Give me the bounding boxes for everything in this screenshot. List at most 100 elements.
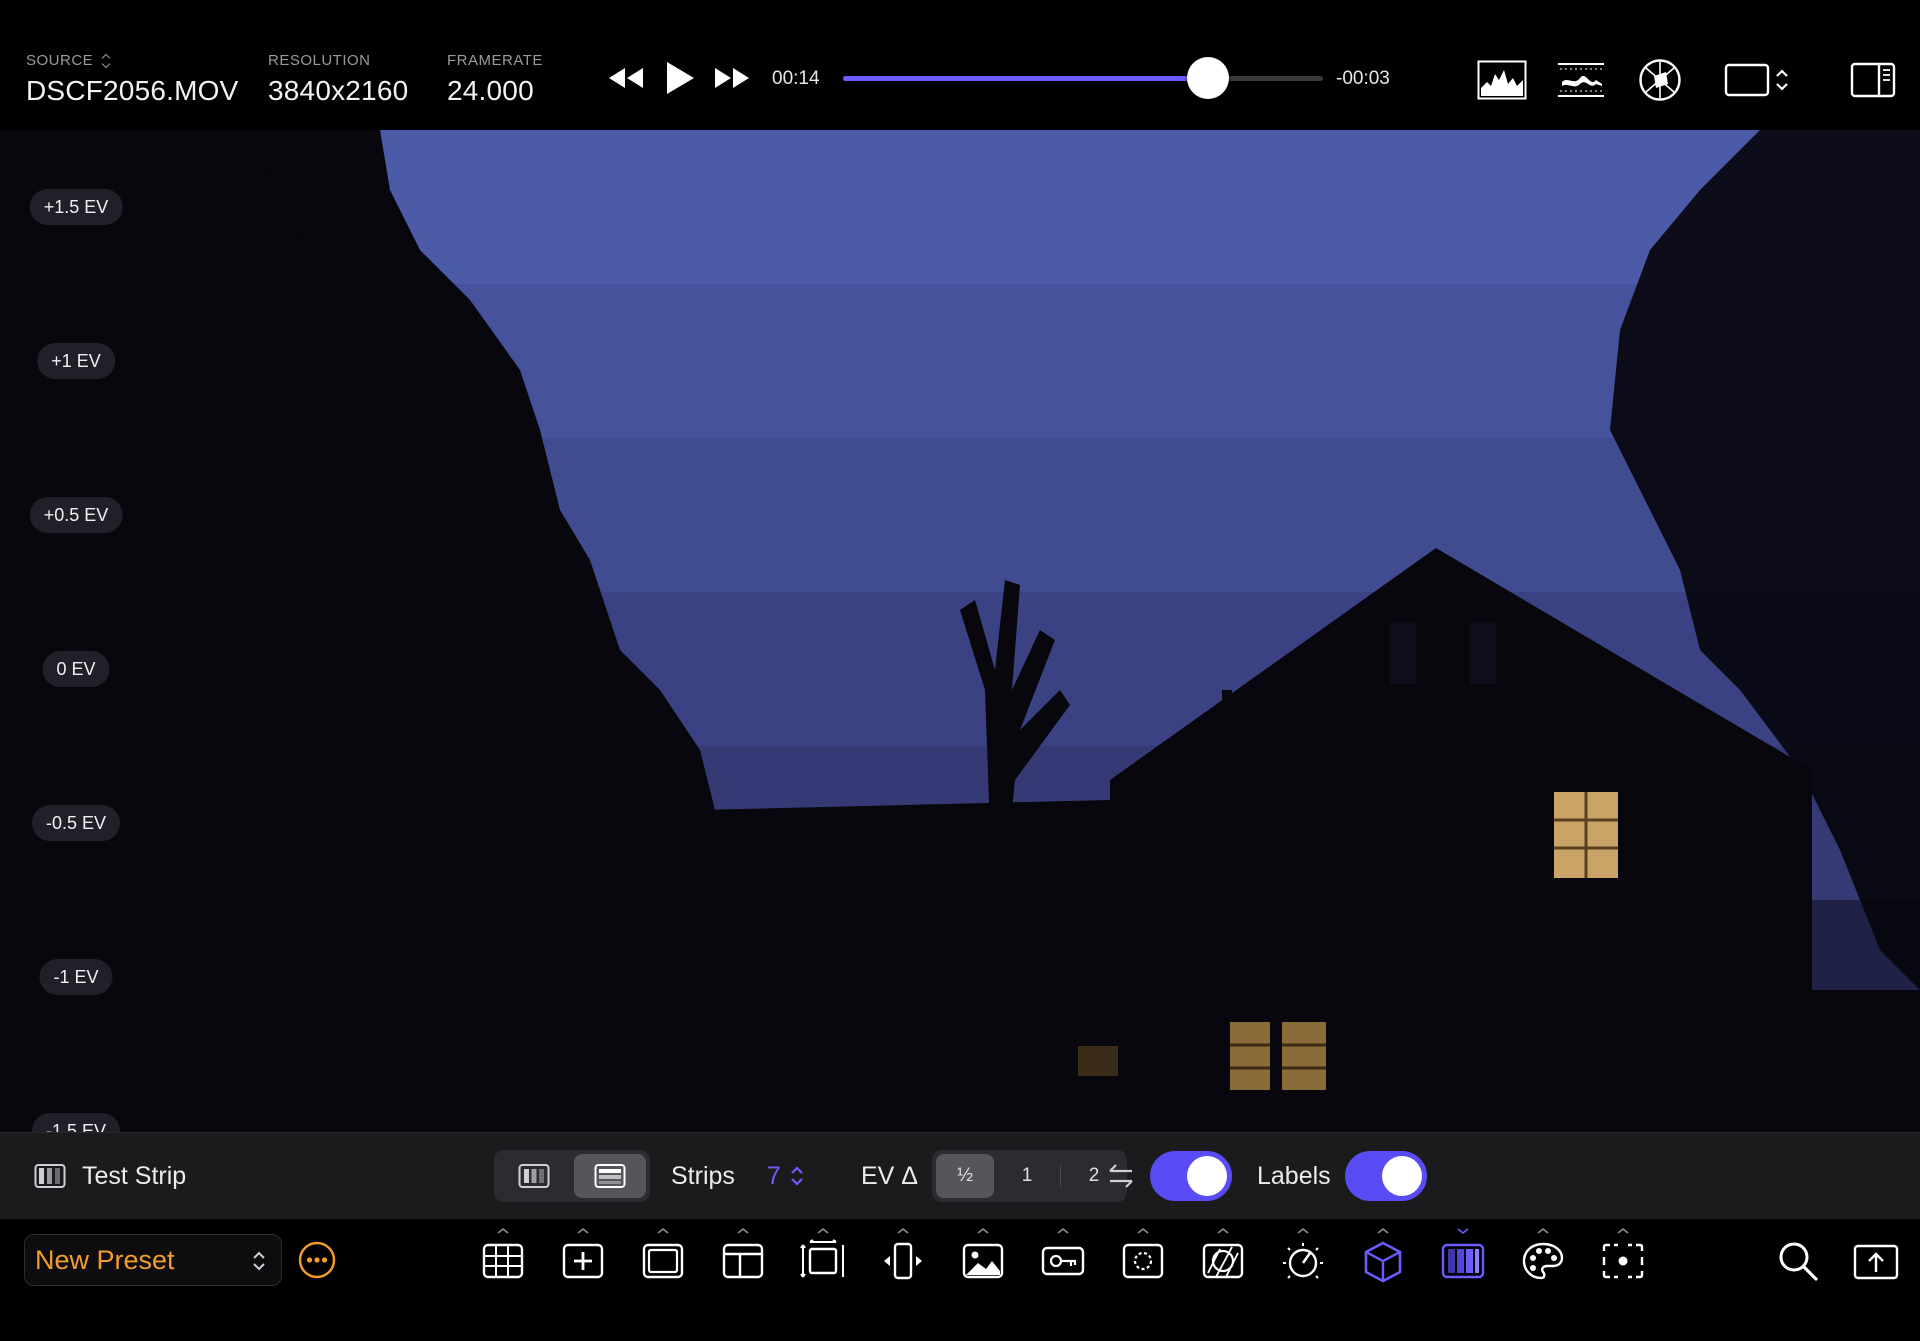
sidebar-toggle-button[interactable]	[1848, 56, 1898, 104]
tool-caret-icon	[1377, 1227, 1389, 1234]
frame-icon	[642, 1243, 684, 1279]
exposure-dial-icon	[1283, 1243, 1323, 1279]
aspect-ratio-selector[interactable]	[1724, 56, 1794, 104]
ev-label: +1.5 EV	[29, 189, 123, 225]
grid-icon	[482, 1243, 524, 1279]
split-tool[interactable]	[875, 1227, 931, 1289]
tool-caret-icon	[897, 1227, 909, 1234]
tool-caret-icon	[1537, 1227, 1549, 1234]
test-strip-tool[interactable]	[1435, 1228, 1491, 1289]
grid-tool[interactable]	[475, 1227, 531, 1289]
zebra-tool[interactable]	[1195, 1227, 1251, 1289]
elapsed-time: 00:14	[772, 68, 820, 89]
tool-caret-icon	[497, 1227, 509, 1234]
layout-icon	[722, 1243, 764, 1279]
vectorscope-button[interactable]	[1634, 56, 1686, 104]
image-tool[interactable]	[955, 1227, 1011, 1289]
tool-caret-icon	[1137, 1227, 1149, 1234]
strips-stepper-icon	[791, 1166, 803, 1186]
image-icon	[962, 1243, 1004, 1279]
strips-label: Strips	[671, 1161, 735, 1190]
swap-toggle-knob	[1187, 1156, 1227, 1196]
scene-silhouette	[0, 130, 1920, 1132]
exposure-dial-tool[interactable]	[1275, 1227, 1331, 1289]
tool-caret-icon	[977, 1227, 989, 1234]
tool-caret-icon	[1617, 1227, 1629, 1234]
ev-label: +1 EV	[37, 343, 115, 379]
labels-label: Labels	[1257, 1161, 1331, 1190]
more-options-icon[interactable]	[298, 1241, 336, 1279]
layout-tool[interactable]	[715, 1227, 771, 1289]
swap-arrows-icon[interactable]	[1106, 1161, 1136, 1191]
vertical-strips-option[interactable]	[498, 1154, 570, 1198]
add-frame-tool[interactable]	[555, 1227, 611, 1289]
test-strip-label: Test Strip	[82, 1161, 187, 1190]
histogram-icon	[1477, 60, 1527, 100]
fast-forward-button[interactable]	[710, 56, 754, 100]
source-updown-icon	[101, 53, 111, 69]
top-bar: SOURCE DSCF2056.MOV RESOLUTION 3840x2160…	[0, 0, 1920, 130]
strips-stepper[interactable]: Strips 7	[671, 1133, 805, 1219]
ev-delta-label: EV Δ	[861, 1161, 918, 1190]
swap-toggle[interactable]	[1150, 1151, 1232, 1201]
ev-option[interactable]: ½	[936, 1154, 994, 1198]
crop-resize-tool[interactable]	[795, 1227, 851, 1289]
zebra-icon	[1202, 1243, 1244, 1279]
vectorscope-icon	[1639, 59, 1681, 101]
ev-label: -1 EV	[39, 959, 113, 995]
crop-resize-icon	[800, 1239, 844, 1278]
waveform-icon	[1558, 63, 1604, 97]
search-button[interactable]	[1770, 1233, 1826, 1289]
horizontal-strips-option[interactable]	[574, 1154, 646, 1198]
export-icon	[1853, 1244, 1899, 1280]
spot-meter-tool[interactable]	[1595, 1227, 1651, 1289]
histogram-button[interactable]	[1474, 56, 1530, 104]
rewind-icon	[609, 68, 643, 88]
transport-controls	[604, 56, 754, 100]
tool-caret-icon	[737, 1227, 749, 1234]
tool-caret-icon	[1457, 1228, 1469, 1235]
export-button[interactable]	[1848, 1233, 1904, 1289]
tool-caret-icon	[1057, 1227, 1069, 1234]
ev-option[interactable]: 1	[998, 1154, 1056, 1198]
frame-tool[interactable]	[635, 1227, 691, 1289]
video-viewer[interactable]: +1.5 EV +1 EV +0.5 EV 0 EV -0.5 EV -1 EV -1.5 …	[0, 130, 1920, 1132]
playback-scrubber[interactable]	[843, 57, 1323, 99]
scrubber-handle[interactable]	[1186, 57, 1229, 99]
lut-cube-icon	[1364, 1241, 1402, 1283]
vertical-strips-icon	[518, 1164, 550, 1188]
ev-label: -0.5 EV	[31, 805, 121, 841]
framerate-info: FRAMERATE 24.000	[447, 52, 543, 107]
play-icon	[667, 62, 694, 94]
key-tool[interactable]	[1035, 1227, 1091, 1289]
test-strip-controls: Test Strip Strips 7 EV Δ ½ 1 2 Labels	[0, 1132, 1920, 1219]
remaining-time: -00:03	[1336, 68, 1390, 89]
test-strip-title: Test Strip	[34, 1133, 186, 1219]
palette-tool[interactable]	[1515, 1227, 1571, 1289]
resolution-label: RESOLUTION	[268, 52, 371, 69]
key-icon	[1041, 1246, 1085, 1276]
split-icon	[884, 1242, 922, 1280]
ev-delta-selector: ½12	[932, 1150, 1127, 1202]
aspect-ratio-icon	[1724, 63, 1788, 97]
waveform-button[interactable]	[1554, 56, 1608, 104]
preset-selector[interactable]: New Preset	[24, 1234, 282, 1286]
search-icon	[1779, 1242, 1818, 1281]
preset-name: New Preset	[35, 1244, 175, 1275]
focus-tool[interactable]	[1115, 1227, 1171, 1289]
strips-value: 7	[766, 1161, 781, 1190]
horizontal-strips-icon	[594, 1164, 626, 1188]
labels-control: Labels	[1257, 1133, 1427, 1219]
rewind-button[interactable]	[604, 56, 648, 100]
orientation-selector	[494, 1133, 650, 1219]
play-button[interactable]	[658, 56, 702, 100]
source-selector[interactable]: SOURCE DSCF2056.MOV	[26, 52, 238, 107]
ev-label: 0 EV	[42, 651, 110, 687]
tool-caret-icon	[1297, 1227, 1309, 1234]
source-label: SOURCE	[26, 52, 94, 69]
lut-cube-tool[interactable]	[1355, 1227, 1411, 1289]
labels-toggle[interactable]	[1344, 1151, 1427, 1201]
tool-caret-icon	[1217, 1227, 1229, 1234]
add-frame-icon	[562, 1243, 604, 1279]
ev-label: +0.5 EV	[29, 497, 123, 533]
